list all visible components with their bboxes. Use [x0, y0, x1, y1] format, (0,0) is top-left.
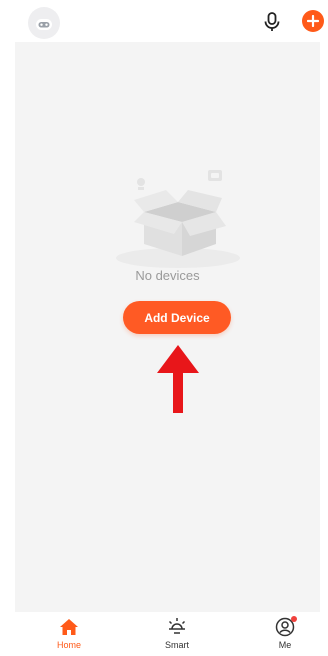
bottom-tab-bar: Home Smart Me — [0, 612, 328, 656]
tab-home[interactable]: Home — [39, 616, 99, 656]
tab-me[interactable]: Me — [255, 616, 315, 656]
home-icon — [60, 619, 78, 635]
notification-badge — [291, 616, 297, 622]
red-arrow-annotation — [153, 343, 203, 415]
tab-home-label: Home — [56, 640, 81, 650]
microphone-icon[interactable] — [262, 11, 282, 33]
sun-icon — [168, 618, 186, 634]
add-device-button[interactable]: Add Device — [123, 301, 231, 334]
tab-smart-label: Smart — [164, 640, 189, 650]
top-bar — [0, 0, 328, 42]
robot-avatar-icon[interactable] — [28, 7, 60, 39]
app-screen: No devices Add Device Home Smart Me — [0, 0, 328, 656]
empty-state-text: No devices — [135, 268, 200, 283]
empty-box-icon — [108, 160, 248, 270]
device-list-area: No devices Add Device — [15, 42, 320, 612]
tab-smart[interactable]: Smart — [147, 616, 207, 656]
plus-circle-icon[interactable] — [302, 10, 324, 32]
tab-me-label: Me — [278, 640, 292, 650]
